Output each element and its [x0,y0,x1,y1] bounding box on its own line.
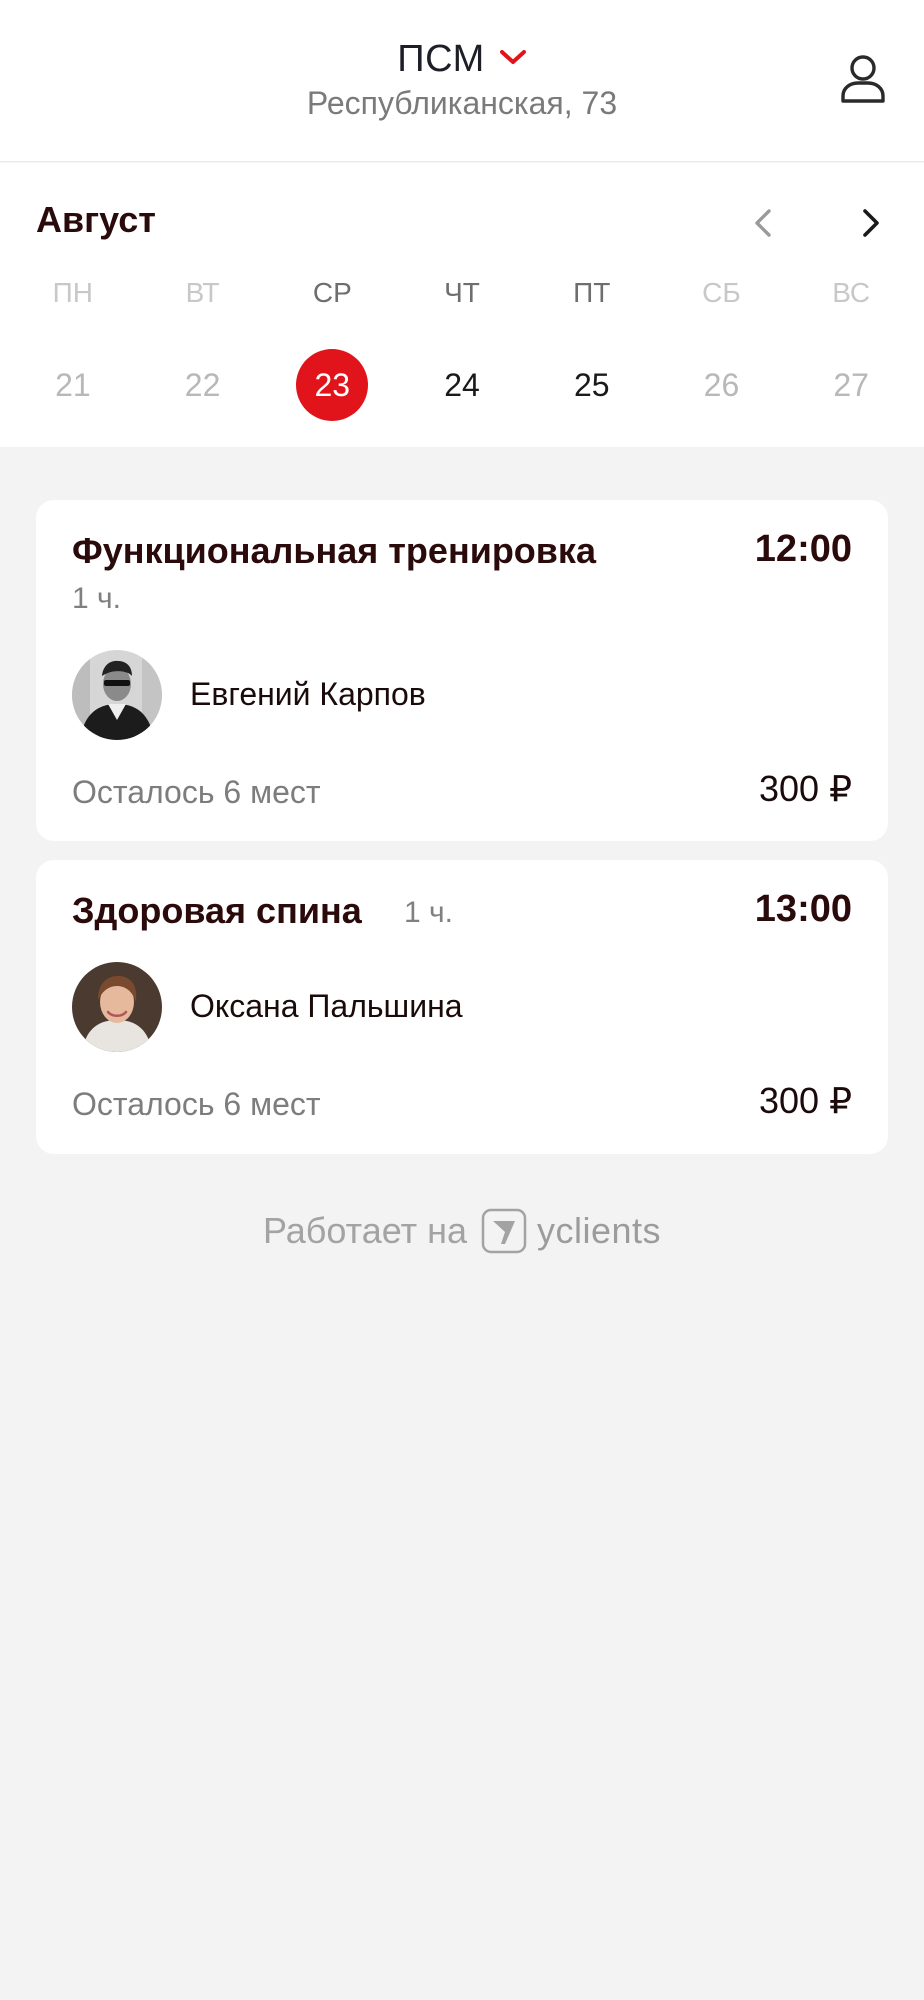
weekday-label: ВС [832,277,871,308]
date-cell[interactable]: 24 [397,349,527,421]
chevron-right-icon[interactable] [856,203,886,243]
date-number: 22 [184,366,221,403]
date-cell[interactable]: 25 [527,349,657,421]
session-price: 300 ₽ [759,768,852,809]
date-number: 21 [55,366,91,403]
user-icon[interactable] [840,54,886,104]
powered-by-footer[interactable]: Работает на yclients [0,1208,924,1254]
club-dropdown[interactable]: ПСМ [397,38,526,81]
date-cell[interactable]: 21 [8,349,138,421]
weekday-label: ПН [52,277,94,308]
seats-left: Осталось 6 мест [72,774,321,810]
weekday-label: ПТ [573,277,611,308]
brand-name: yclients [536,1210,662,1251]
weekday-label: СР [312,277,352,308]
weekday-label: ВТ [185,277,220,308]
trainer-avatar [72,962,162,1052]
date-number: 26 [703,366,740,403]
weekday-label: ЧТ [444,277,480,308]
session-time: 12:00 [754,528,852,570]
yclients-logo-icon [481,1208,527,1254]
date-number: 24 [444,366,480,403]
app-header: ПСМ Республиканская, 73 [0,0,924,162]
session-duration: 1 ч. [404,896,453,929]
selected-date-number: 23 [296,349,369,421]
session-card[interactable]: Здоровая спина 1 ч. 13:00 Оксана Пальшин… [36,860,888,1154]
weekday-row: ПН ВТ СР ЧТ ПТ СБ ВС [8,277,916,309]
trainer-name: Евгений Карпов [190,676,426,712]
session-duration: 1 ч. [72,582,121,615]
weekday-label: СБ [702,277,741,308]
date-number: 25 [573,366,610,403]
seats-left: Осталось 6 мест [72,1086,321,1122]
session-price: 300 ₽ [759,1080,852,1121]
date-cell[interactable]: 27 [786,349,916,421]
trainer-name: Оксана Пальшина [190,988,463,1024]
trainer-avatar [72,650,162,740]
month-title: Август [36,199,156,240]
club-address: Республиканская, 73 [306,85,618,121]
session-card[interactable]: Функциональная тренировка 12:00 1 ч. Евг… [36,500,888,841]
date-number: 27 [833,366,869,403]
date-cell[interactable]: 22 [138,349,268,421]
chevron-down-icon [499,49,526,64]
date-picker: Август ПН ВТ СР ЧТ ПТ СБ ВС 21 22 23 24 … [0,163,924,447]
date-row: 21 22 23 24 25 26 27 [8,349,916,421]
club-selector: ПСМ Республиканская, 73 [0,38,924,122]
chevron-left-icon[interactable] [748,203,778,243]
powered-by-label: Работает на [262,1210,467,1251]
session-title: Здоровая спина [72,890,362,931]
date-cell-selected[interactable]: 23 [267,349,397,421]
club-name: ПСМ [397,38,485,80]
date-cell[interactable]: 26 [657,349,787,421]
session-title: Функциональная тренировка [72,530,596,571]
session-time: 13:00 [754,888,852,930]
